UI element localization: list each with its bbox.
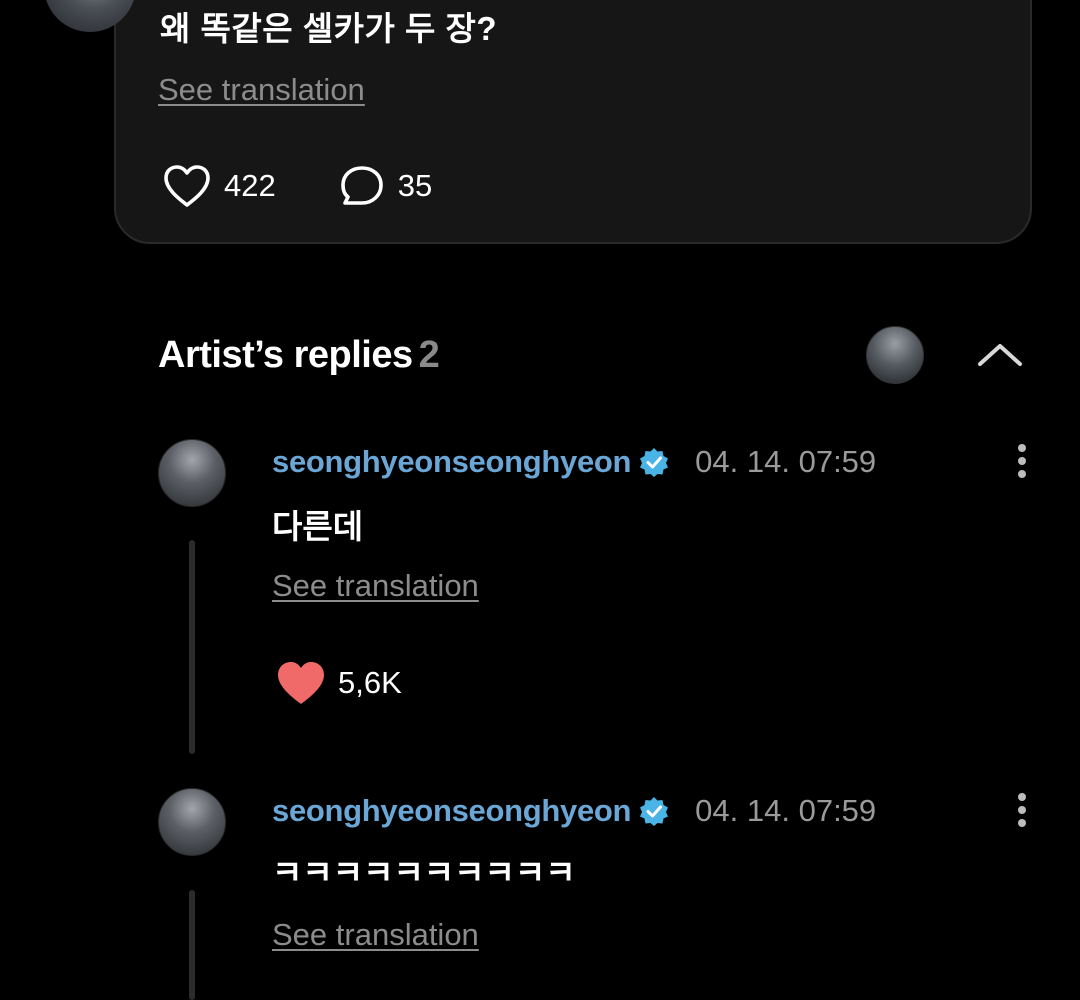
reply-avatar[interactable] (158, 439, 226, 507)
reply-like-count: 5,6K (338, 665, 402, 700)
reply-timestamp: 04. 14. 07:59 (695, 793, 877, 828)
vertical-ellipsis-icon (1008, 442, 1036, 482)
post-see-translation-link[interactable]: See translation (158, 72, 365, 108)
artist-replies-title: Artist’s replies (158, 334, 413, 376)
reply-username[interactable]: seonghyeonseonghyeon (272, 444, 631, 480)
reply-more-button[interactable] (1008, 442, 1036, 482)
reply-text: 다른데 (272, 508, 364, 545)
reply-more-button[interactable] (1008, 791, 1036, 831)
post-stats: 422 35 (162, 162, 432, 210)
vertical-ellipsis-icon (1008, 791, 1036, 831)
reply-avatar[interactable] (158, 788, 226, 856)
reply-username[interactable]: seonghyeonseonghyeon (272, 793, 631, 829)
post-like-count: 422 (224, 168, 276, 203)
reply-meta: seonghyeonseonghyeon 04. 14. 07:59 (272, 442, 876, 482)
collapse-replies-button[interactable] (970, 332, 1030, 376)
reply-like-button[interactable]: 5,6K (276, 660, 402, 706)
post-like-button[interactable]: 422 (162, 163, 276, 209)
chevron-up-icon (970, 332, 1030, 376)
post-text: 왜 똑같은 셀카가 두 장? (160, 10, 498, 47)
thread-line (189, 540, 195, 754)
thread-line (189, 890, 195, 1000)
reply-timestamp: 04. 14. 07:59 (695, 444, 877, 479)
reply-meta: seonghyeonseonghyeon 04. 14. 07:59 (272, 791, 876, 831)
verified-badge-icon (631, 447, 669, 477)
artist-avatar[interactable] (866, 326, 924, 384)
reply-see-translation-link[interactable]: See translation (272, 917, 479, 953)
heart-filled-icon (276, 660, 326, 706)
heart-outline-icon (162, 163, 212, 209)
post-comment-count: 35 (397, 168, 433, 203)
speech-bubble-icon (338, 164, 386, 208)
artist-replies-count: 2 (418, 334, 440, 376)
reply-see-translation-link[interactable]: See translation (272, 568, 479, 604)
artist-replies-header: Artist’s replies 2 (158, 334, 440, 377)
reply-text: ㅋㅋㅋㅋㅋㅋㅋㅋㅋㅋ (272, 854, 576, 891)
post-comment-button[interactable]: 35 (338, 164, 432, 208)
verified-badge-icon (631, 796, 669, 826)
